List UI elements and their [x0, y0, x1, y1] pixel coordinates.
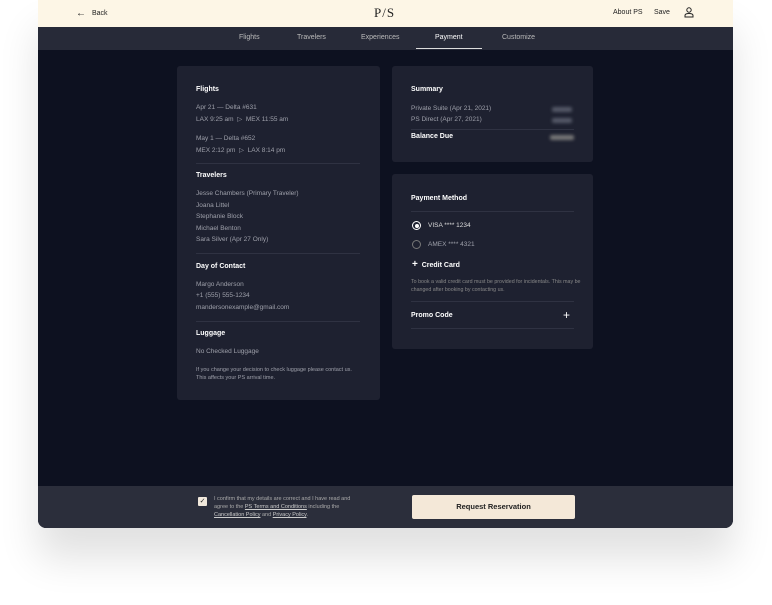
active-tab-indicator [416, 48, 482, 49]
confirm-text-part: . [306, 512, 309, 518]
cancellation-policy-link[interactable]: Cancellation Policy [214, 512, 260, 518]
traveler: Stephanie Block [196, 213, 243, 220]
arrow-left-icon: ← [76, 8, 86, 19]
privacy-policy-link[interactable]: Privacy Policy [273, 512, 307, 518]
blurred-amount [552, 107, 572, 112]
app-window: ← Back P/S About PS Save Flights Traveler… [38, 0, 733, 528]
amex-label[interactable]: AMEX **** 4321 [428, 241, 475, 248]
blurred-balance [550, 135, 574, 140]
save-link[interactable]: Save [654, 9, 670, 16]
confirm-text-part: including the [306, 504, 340, 510]
traveler: Jesse Chambers (Primary Traveler) [196, 190, 299, 197]
arrow-right-icon: ▷ [235, 116, 245, 123]
luggage-value: No Checked Luggage [196, 348, 259, 355]
tab-experiences[interactable]: Experiences [361, 34, 400, 41]
payment-title: Payment Method [411, 195, 468, 202]
summary-card: Summary Private Suite (Apr 21, 2021) PS … [392, 66, 593, 162]
divider [196, 321, 360, 322]
logo[interactable]: P/S [374, 5, 395, 21]
contact-title: Day of Contact [196, 263, 246, 270]
arrow-right-icon: ▷ [237, 147, 246, 154]
plus-icon[interactable]: + [563, 308, 570, 322]
request-reservation-button[interactable]: Request Reservation [412, 495, 575, 519]
traveler: Sara Silver (Apr 27 Only) [196, 236, 269, 243]
summary-item: Private Suite (Apr 21, 2021) [411, 105, 492, 112]
add-credit-card-button[interactable]: + Credit Card [412, 259, 460, 270]
contact-email: mandersonexample@gmail.com [196, 304, 290, 311]
divider [411, 328, 574, 329]
payment-card: Payment Method VISA **** 1234 AMEX **** … [392, 174, 593, 349]
back-label: Back [92, 10, 108, 17]
luggage-title: Luggage [196, 330, 226, 337]
flight2-route: MEX 2:12 pm ▷ LAX 8:14 pm [196, 146, 285, 154]
tab-payment[interactable]: Payment [435, 34, 463, 41]
flight1-from: LAX 9:25 am [196, 116, 234, 123]
balance-label: Balance Due [411, 133, 454, 140]
visa-radio[interactable] [412, 221, 421, 230]
promo-code-label[interactable]: Promo Code [411, 312, 453, 319]
contact-name: Margo Anderson [196, 281, 244, 288]
contact-phone: +1 (555) 555-1234 [196, 292, 250, 299]
confirm-checkbox[interactable]: ✓ [198, 497, 207, 506]
tab-flights[interactable]: Flights [239, 34, 260, 41]
visa-label[interactable]: VISA **** 1234 [428, 222, 471, 229]
blurred-amount [552, 118, 572, 123]
divider [411, 129, 574, 130]
flight2-to: LAX 8:14 pm [247, 147, 286, 154]
tab-customize[interactable]: Customize [502, 34, 535, 41]
divider [196, 163, 360, 164]
add-card-label: Credit Card [421, 262, 460, 269]
traveler: Michael Benton [196, 225, 241, 232]
divider [411, 301, 574, 302]
summary-title: Summary [411, 86, 443, 93]
flight2-info: May 1 — Delta #652 [196, 135, 256, 142]
flights-title: Flights [196, 86, 219, 93]
booking-details-card: Flights Apr 21 — Delta #631 LAX 9:25 am … [177, 66, 380, 400]
user-icon[interactable] [684, 7, 694, 20]
amex-radio[interactable] [412, 240, 421, 249]
traveler: Joana Littel [196, 202, 230, 209]
divider [411, 211, 574, 212]
summary-item: PS Direct (Apr 27, 2021) [411, 116, 482, 123]
confirm-text-part: and [260, 512, 273, 518]
header: ← Back P/S About PS Save [38, 0, 733, 27]
about-link[interactable]: About PS [613, 9, 643, 16]
payment-note: To book a valid credit card must be prov… [411, 279, 581, 293]
footer-bar: ✓ I confirm that my details are correct … [38, 486, 733, 528]
flight1-to: MEX 11:55 am [245, 116, 289, 123]
tab-travelers[interactable]: Travelers [297, 34, 326, 41]
flight1-route: LAX 9:25 am ▷ MEX 11:55 am [196, 115, 288, 123]
confirm-text: I confirm that my details are correct an… [214, 495, 364, 519]
divider [196, 253, 360, 254]
flight1-info: Apr 21 — Delta #631 [196, 104, 257, 111]
step-nav: Flights Travelers Experiences Payment Cu… [38, 27, 733, 50]
back-button[interactable]: ← Back [76, 8, 108, 19]
flight2-from: MEX 2:12 pm [196, 147, 236, 154]
checkmark-icon: ✓ [199, 498, 206, 505]
travelers-title: Travelers [196, 172, 227, 179]
plus-icon: + [412, 259, 418, 270]
terms-link[interactable]: PS Terms and Conditions [245, 504, 307, 510]
luggage-note: If you change your decision to check lug… [196, 367, 352, 381]
